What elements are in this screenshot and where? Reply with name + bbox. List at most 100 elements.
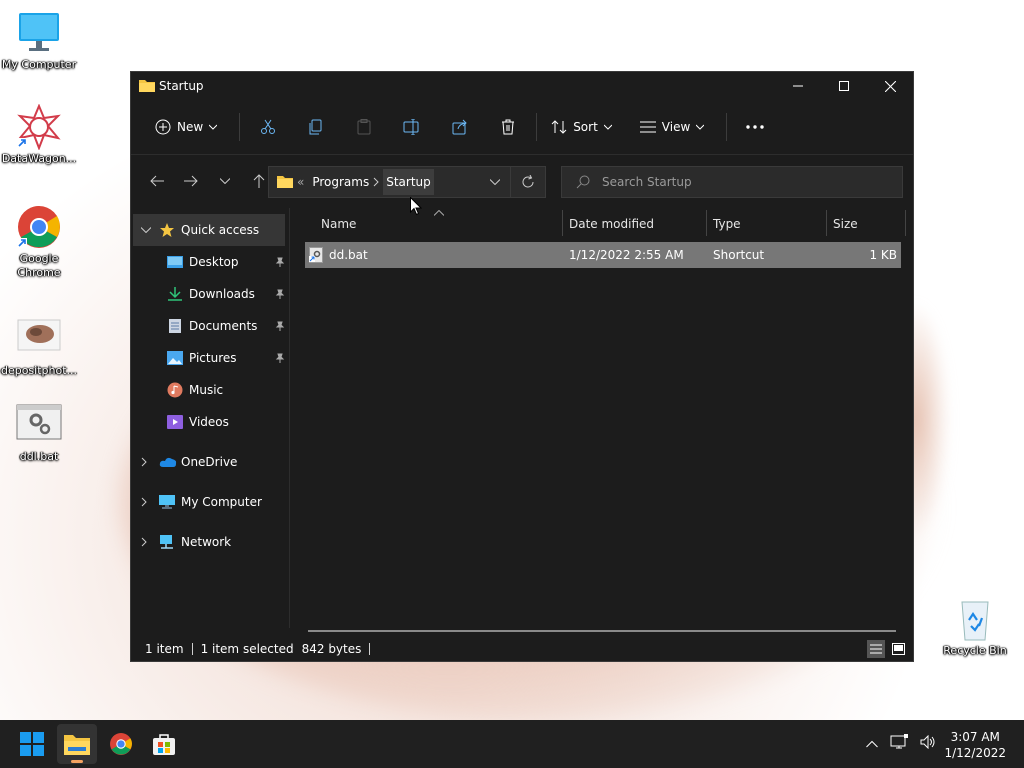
column-separator[interactable]	[826, 210, 827, 236]
breadcrumb-overflow[interactable]: «	[293, 175, 308, 189]
close-button[interactable]	[867, 72, 913, 100]
view-icon	[639, 121, 656, 133]
search-box[interactable]: Search Startup	[561, 166, 903, 198]
sidebar-item-onedrive[interactable]: OneDrive	[131, 446, 289, 478]
table-row[interactable]: dd.bat 1/12/2022 2:55 AM Shortcut 1 KB	[305, 242, 901, 268]
sidebar-item-pictures[interactable]: Pictures	[131, 342, 289, 374]
new-button[interactable]: New	[149, 111, 229, 143]
sidebar-item-videos[interactable]: Videos	[131, 406, 289, 438]
sidebar-item-label: OneDrive	[181, 455, 238, 469]
back-button[interactable]	[141, 165, 173, 197]
file-explorer-window: Startup New Sort View « Programs Startup…	[130, 71, 914, 662]
volume-tray-button[interactable]	[920, 734, 936, 752]
windows-logo-icon	[20, 732, 44, 756]
sidebar-item-label: My Computer	[181, 495, 262, 509]
view-button[interactable]: View	[634, 111, 716, 143]
address-dropdown-button[interactable]	[480, 179, 510, 185]
start-button[interactable]	[12, 724, 52, 764]
pin-icon	[275, 353, 285, 363]
chrome-icon	[110, 733, 132, 755]
plus-circle-icon	[155, 119, 171, 135]
status-separator	[369, 643, 371, 655]
title-bar[interactable]: Startup	[131, 72, 913, 100]
clock-time: 3:07 AM	[950, 730, 1000, 744]
minimize-button[interactable]	[775, 72, 821, 100]
cut-button[interactable]	[248, 111, 288, 143]
copy-button[interactable]	[296, 111, 336, 143]
download-icon	[168, 287, 182, 301]
status-item-count: 1 item	[145, 642, 184, 656]
share-button[interactable]	[440, 111, 480, 143]
breadcrumb-programs[interactable]: Programs	[308, 175, 373, 189]
sidebar-item-downloads[interactable]: Downloads	[131, 278, 289, 310]
recycle-bin-icon	[952, 596, 998, 642]
shortcut-file-icon	[309, 247, 323, 263]
cloud-icon	[159, 457, 177, 467]
taskbar-chrome[interactable]	[101, 724, 141, 764]
video-icon	[167, 415, 183, 429]
desktop-icon-ddl-bat[interactable]: ddl.bat	[0, 402, 78, 464]
sort-button[interactable]: Sort	[545, 111, 624, 143]
column-header-date[interactable]: Date modified	[569, 212, 654, 236]
details-view-icon	[870, 644, 882, 654]
desktop-icon-recycle-bin[interactable]: Recycle Bin	[936, 596, 1014, 658]
column-separator[interactable]	[905, 210, 906, 236]
desktop-icon-label: depositphot...	[0, 364, 78, 377]
sidebar-item-label: Music	[189, 383, 224, 397]
toolbar-separator	[726, 113, 728, 141]
sidebar-item-music[interactable]: Music	[131, 374, 289, 406]
taskbar: 3:07 AM 1/12/2022	[0, 720, 1024, 768]
star-icon	[160, 223, 174, 237]
sidebar-item-label: Downloads	[189, 287, 255, 301]
show-hidden-icons-button[interactable]	[866, 737, 878, 751]
delete-button[interactable]	[488, 111, 528, 143]
tiles-view-button[interactable]	[889, 640, 907, 658]
file-name: dd.bat	[329, 248, 368, 262]
ellipsis-icon	[746, 125, 764, 129]
refresh-button[interactable]	[510, 167, 545, 197]
network-tray-button[interactable]	[890, 734, 908, 753]
desktop-icon-datawagon[interactable]: DataWagon...	[0, 103, 78, 166]
arrow-left-icon	[150, 175, 164, 187]
column-separator[interactable]	[562, 210, 563, 236]
sidebar-item-desktop[interactable]: Desktop	[131, 246, 289, 278]
column-header-name[interactable]: Name	[321, 212, 356, 236]
share-icon	[452, 119, 467, 135]
column-separator[interactable]	[706, 210, 707, 236]
music-icon	[167, 382, 183, 398]
sidebar-item-quick-access[interactable]: Quick access	[133, 214, 285, 246]
sidebar-item-documents[interactable]: Documents	[131, 310, 289, 342]
desktop-icon-my-computer[interactable]: My Computer	[0, 10, 78, 72]
sidebar-item-label: Videos	[189, 415, 229, 429]
forward-button[interactable]	[175, 165, 207, 197]
recent-locations-button[interactable]	[209, 165, 241, 197]
rename-button[interactable]	[392, 111, 432, 143]
pin-icon	[275, 321, 285, 331]
network-monitor-icon	[890, 734, 908, 749]
paste-button[interactable]	[344, 111, 384, 143]
details-view-button[interactable]	[867, 640, 885, 658]
desktop-icon-chrome[interactable]: Google Chrome	[0, 204, 78, 280]
taskbar-file-explorer[interactable]	[57, 724, 97, 764]
pin-icon	[275, 257, 285, 267]
sidebar-item-my-computer[interactable]: My Computer	[131, 486, 289, 518]
status-separator	[191, 643, 193, 655]
sort-label: Sort	[573, 120, 598, 134]
taskbar-store[interactable]	[144, 724, 184, 764]
clock[interactable]: 3:07 AM 1/12/2022	[944, 729, 1006, 761]
more-options-button[interactable]	[735, 111, 775, 143]
monitor-icon	[16, 10, 62, 56]
maximize-button[interactable]	[821, 72, 867, 100]
desktop-icon-depositphotos[interactable]: depositphot...	[0, 316, 78, 378]
rename-icon	[403, 119, 419, 135]
sidebar-item-network[interactable]: Network	[131, 526, 289, 558]
chevron-down-icon	[603, 124, 612, 130]
horizontal-scrollbar[interactable]	[308, 630, 896, 632]
folder-icon	[277, 174, 293, 191]
refresh-icon	[522, 175, 534, 188]
breadcrumb-startup[interactable]: Startup	[383, 169, 434, 195]
column-header-type[interactable]: Type	[713, 212, 741, 236]
column-header-size[interactable]: Size	[833, 212, 858, 236]
address-bar[interactable]: « Programs Startup	[268, 166, 546, 198]
chevron-right-icon	[373, 177, 379, 187]
